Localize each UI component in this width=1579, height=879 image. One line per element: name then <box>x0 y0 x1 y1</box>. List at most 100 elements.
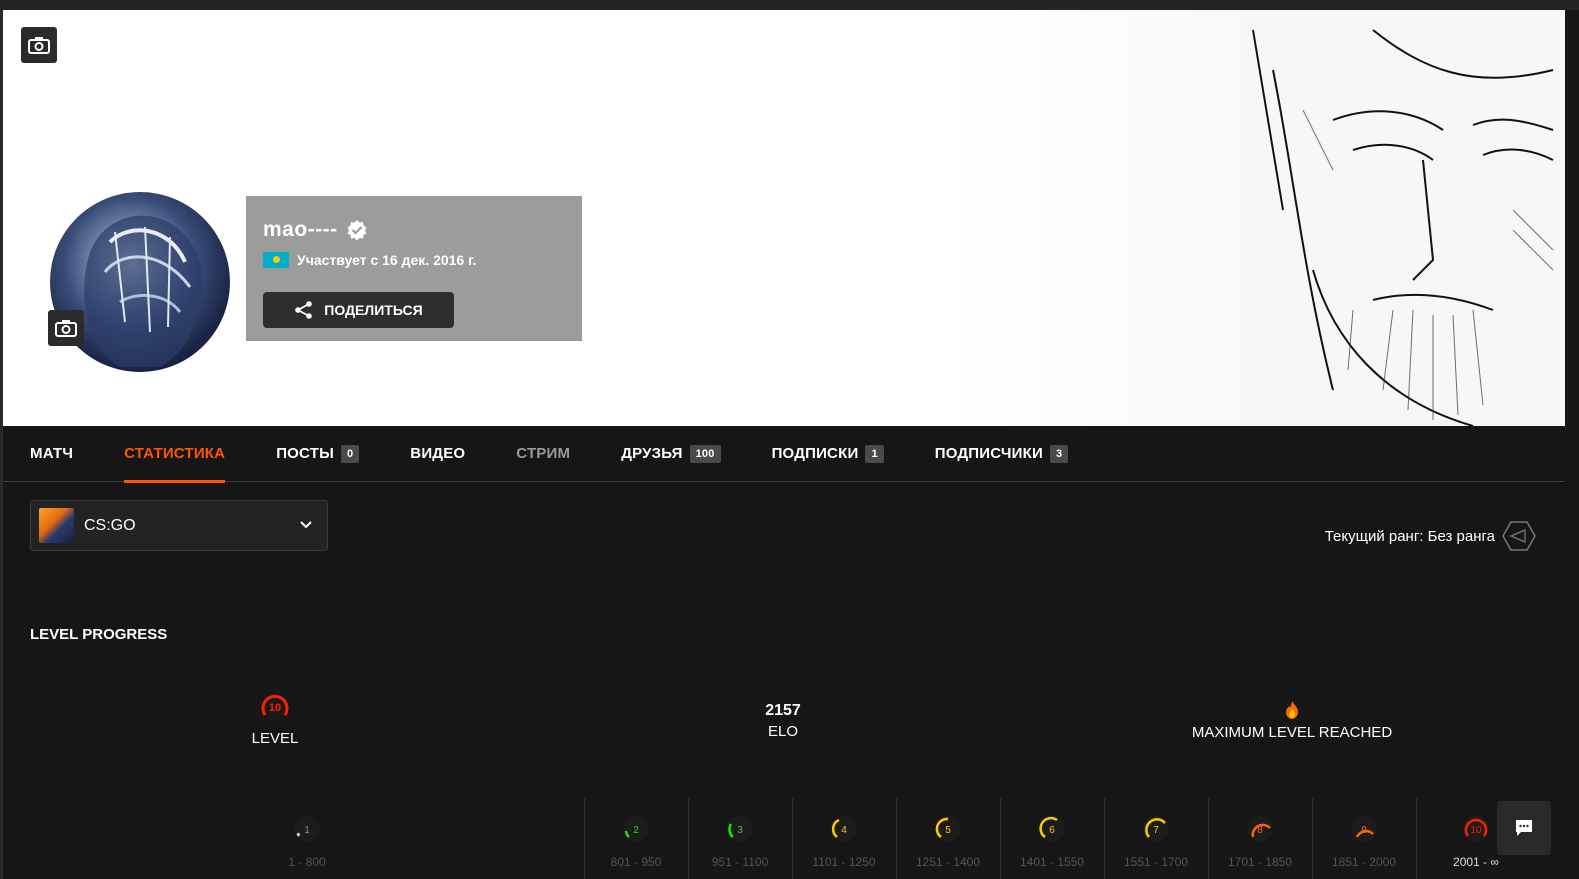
member-since-row: Участвует с 16 дек. 2016 г. <box>263 252 476 268</box>
level-range: 1401 - 1550 <box>1019 855 1085 869</box>
change-avatar-button[interactable] <box>48 310 84 346</box>
level-7-icon: 7 <box>1143 816 1169 842</box>
level-range: 1 - 800 <box>288 855 326 869</box>
max-level-stat: MAXIMUM LEVEL REACHED <box>1162 700 1422 741</box>
rank-badge-icon <box>1502 521 1536 551</box>
svg-text:3: 3 <box>737 825 743 836</box>
svg-text:10: 10 <box>1470 825 1482 836</box>
level-range: 1251 - 1400 <box>915 855 981 869</box>
tab-label: СТАТИСТИКА <box>124 445 226 462</box>
tab-label: ДРУЗЬЯ <box>621 445 683 462</box>
svg-text:5: 5 <box>945 825 951 836</box>
svg-text:1: 1 <box>304 825 310 836</box>
change-banner-button[interactable] <box>21 27 57 63</box>
tab-video[interactable]: ВИДЕО <box>410 426 465 482</box>
level-3-icon: 3 <box>727 816 753 842</box>
chat-icon <box>1516 820 1532 836</box>
level-8-icon: 8 <box>1247 816 1273 842</box>
tab-label: ПОСТЫ <box>276 445 334 462</box>
level-range: 2001 - ∞ <box>1453 855 1499 869</box>
profile-banner <box>3 10 1565 426</box>
share-label: ПОДЕЛИТЬСЯ <box>324 302 423 318</box>
level-item: 7 1551 - 1700 <box>1106 798 1206 879</box>
level-stat: 10 LEVEL <box>225 690 325 747</box>
tab-match[interactable]: МАТЧ <box>30 426 73 482</box>
divider <box>1416 798 1417 879</box>
profile-info-card: mao---- Участвует с 16 дек. 2016 г. ПОДЕ… <box>246 196 582 341</box>
level-item: 3 951 - 1100 <box>690 798 790 879</box>
level-label: LEVEL <box>251 730 299 747</box>
divider <box>792 798 793 879</box>
chevron-down-icon <box>300 521 312 529</box>
level-item: 4 1101 - 1250 <box>794 798 894 879</box>
divider <box>1000 798 1001 879</box>
level-range: 951 - 1100 <box>711 855 769 869</box>
level-range: 1701 - 1850 <box>1227 855 1293 869</box>
level-item: 2 801 - 950 <box>586 798 686 879</box>
level-1-icon: 1 <box>294 816 320 842</box>
level-value: 10 <box>269 702 281 714</box>
level-6-icon: 6 <box>1039 816 1065 842</box>
window-top-bar <box>0 0 1579 10</box>
svg-text:2: 2 <box>633 825 639 836</box>
camera-icon <box>55 320 77 337</box>
tab-label: ВИДЕО <box>410 445 466 462</box>
tab-label: МАТЧ <box>30 445 74 462</box>
tab-stats[interactable]: СТАТИСТИКА <box>124 426 226 483</box>
level-range: 1101 - 1250 <box>812 855 876 869</box>
level-4-icon: 4 <box>831 816 857 842</box>
count-badge: 100 <box>689 444 721 463</box>
divider <box>688 798 689 879</box>
nickname: mao---- <box>263 218 338 241</box>
level-range: 1551 - 1700 <box>1123 855 1189 869</box>
level-item: 5 1251 - 1400 <box>898 798 998 879</box>
tab-label: ПОДПИСКИ <box>771 445 859 462</box>
divider <box>896 798 897 879</box>
share-button[interactable]: ПОДЕЛИТЬСЯ <box>263 292 454 328</box>
divider <box>1312 798 1313 879</box>
svg-text:7: 7 <box>1153 825 1159 836</box>
tab-following[interactable]: ПОДПИСКИ 1 <box>772 426 884 482</box>
nickname-row: mao---- <box>263 218 368 242</box>
tab-label: ПОДПИСЧИКИ <box>934 445 1043 462</box>
current-rank: Текущий ранг: Без ранга <box>1325 518 1537 554</box>
tab-label: СТРИМ <box>516 445 571 462</box>
divider <box>584 798 585 879</box>
tab-followers[interactable]: ПОДПИСЧИКИ 3 <box>935 426 1069 482</box>
profile-tabs: МАТЧ СТАТИСТИКА ПОСТЫ 0 ВИДЕО СТРИМ ДРУЗЬ… <box>3 426 1565 483</box>
svg-text:6: 6 <box>1049 825 1055 836</box>
level-item: 8 1701 - 1850 <box>1210 798 1310 879</box>
level-item: 6 1401 - 1550 <box>1002 798 1102 879</box>
level-item: 1 1 - 800 <box>257 798 357 879</box>
count-badge: 0 <box>340 444 360 463</box>
game-select[interactable]: CS:GO <box>30 500 328 551</box>
divider <box>1104 798 1105 879</box>
level-10-icon: 10 <box>1463 816 1489 842</box>
level-9-icon: 9 <box>1351 816 1377 842</box>
verified-icon <box>347 220 367 241</box>
level-range: 801 - 950 <box>610 855 662 869</box>
camera-icon <box>28 37 50 54</box>
svg-text:4: 4 <box>841 825 847 836</box>
elo-value: 2157 <box>765 702 801 719</box>
elo-label: ELO <box>767 723 798 740</box>
chat-button[interactable] <box>1497 801 1551 855</box>
game-select-value: CS:GO <box>84 516 136 534</box>
elo-stat: 2157 ELO <box>733 702 833 740</box>
max-level-label: MAXIMUM LEVEL REACHED <box>1191 724 1393 741</box>
member-since: Участвует с 16 дек. 2016 г. <box>297 252 477 268</box>
level-5-icon: 5 <box>935 816 961 842</box>
level-10-icon: 10 <box>261 693 289 721</box>
level-2-icon: 2 <box>623 816 649 842</box>
level-range: 1851 - 2000 <box>1331 855 1397 869</box>
tab-friends[interactable]: ДРУЗЬЯ 100 <box>621 426 721 482</box>
divider <box>1208 798 1209 879</box>
tab-posts[interactable]: ПОСТЫ 0 <box>276 426 360 482</box>
kazakhstan-flag-icon <box>263 252 289 268</box>
count-badge: 1 <box>865 444 884 463</box>
count-badge: 3 <box>1049 444 1069 463</box>
fire-icon <box>1286 701 1298 719</box>
banner-sketch-image <box>953 10 1565 426</box>
csgo-game-icon <box>39 508 74 543</box>
tab-stream[interactable]: СТРИМ <box>516 426 570 482</box>
